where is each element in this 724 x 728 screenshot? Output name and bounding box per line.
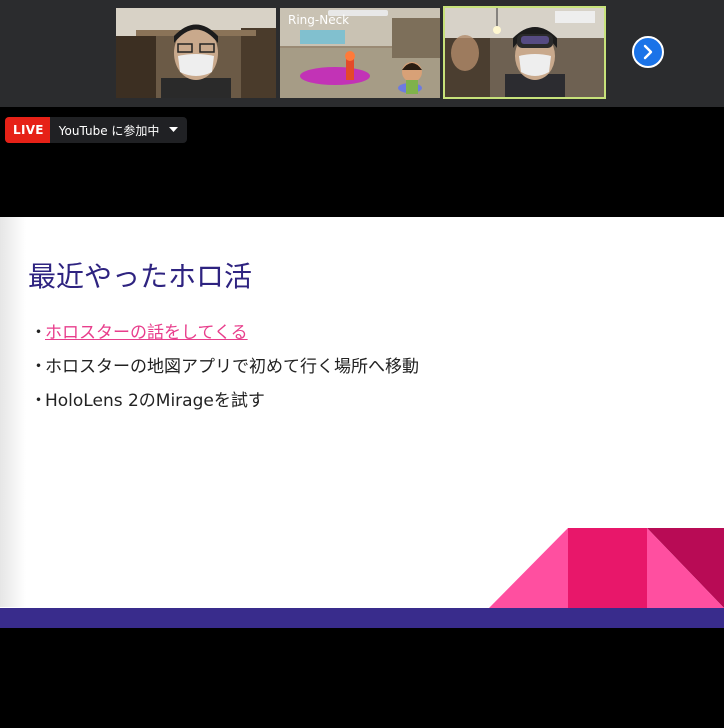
slide-bullet-2: ・ホロスターの地図アプリで初めて行く場所へ移動 <box>30 355 419 389</box>
slide-bullet-list: ・ホロスターの話をしてくる ・ホロスターの地図アプリで初めて行く場所へ移動 ・H… <box>30 321 419 423</box>
slide-shadow <box>0 217 26 607</box>
shared-slide: 最近やったホロ活 ・ホロスターの話をしてくる ・ホロスターの地図アプリで初めて行… <box>0 217 724 628</box>
participant-2-overlay: Ring-Neck <box>288 13 349 27</box>
participant-video-2[interactable]: Ring-Neck <box>280 8 440 98</box>
dropdown-caret-icon[interactable] <box>163 127 187 133</box>
slide-decoration-shapes <box>489 528 724 608</box>
live-badge: LIVE <box>5 117 50 143</box>
slide-title: 最近やったホロ活 <box>28 260 253 293</box>
youtube-live-control[interactable]: LIVE YouTube に参加中 <box>5 117 188 143</box>
slide-bullet-3: ・HoloLens 2のMirageを試す <box>30 389 419 423</box>
participant-video-3[interactable] <box>443 6 606 99</box>
live-status-text: YouTube に参加中 <box>58 123 160 138</box>
bullet-text: HoloLens 2のMirageを試す <box>45 391 265 411</box>
chevron-right-icon <box>643 44 653 60</box>
bullet-marker: ・ <box>30 391 47 411</box>
next-participants-button[interactable] <box>632 36 664 68</box>
participant-3-image <box>445 8 604 97</box>
video-strip: Ring-Neck <box>0 0 724 107</box>
participant-video-1[interactable] <box>116 8 276 98</box>
slide-bottom-bar <box>0 608 724 628</box>
slide-bullet-1: ・ホロスターの話をしてくる <box>30 321 419 355</box>
participant-1-image <box>116 8 276 98</box>
bullet-link[interactable]: ホロスターの話をしてくる <box>45 323 248 343</box>
participant-2-image: Ring-Neck <box>280 8 440 98</box>
bullet-text: ホロスターの地図アプリで初めて行く場所へ移動 <box>45 357 419 377</box>
bullet-marker: ・ <box>30 323 47 343</box>
bullet-marker: ・ <box>30 357 47 377</box>
